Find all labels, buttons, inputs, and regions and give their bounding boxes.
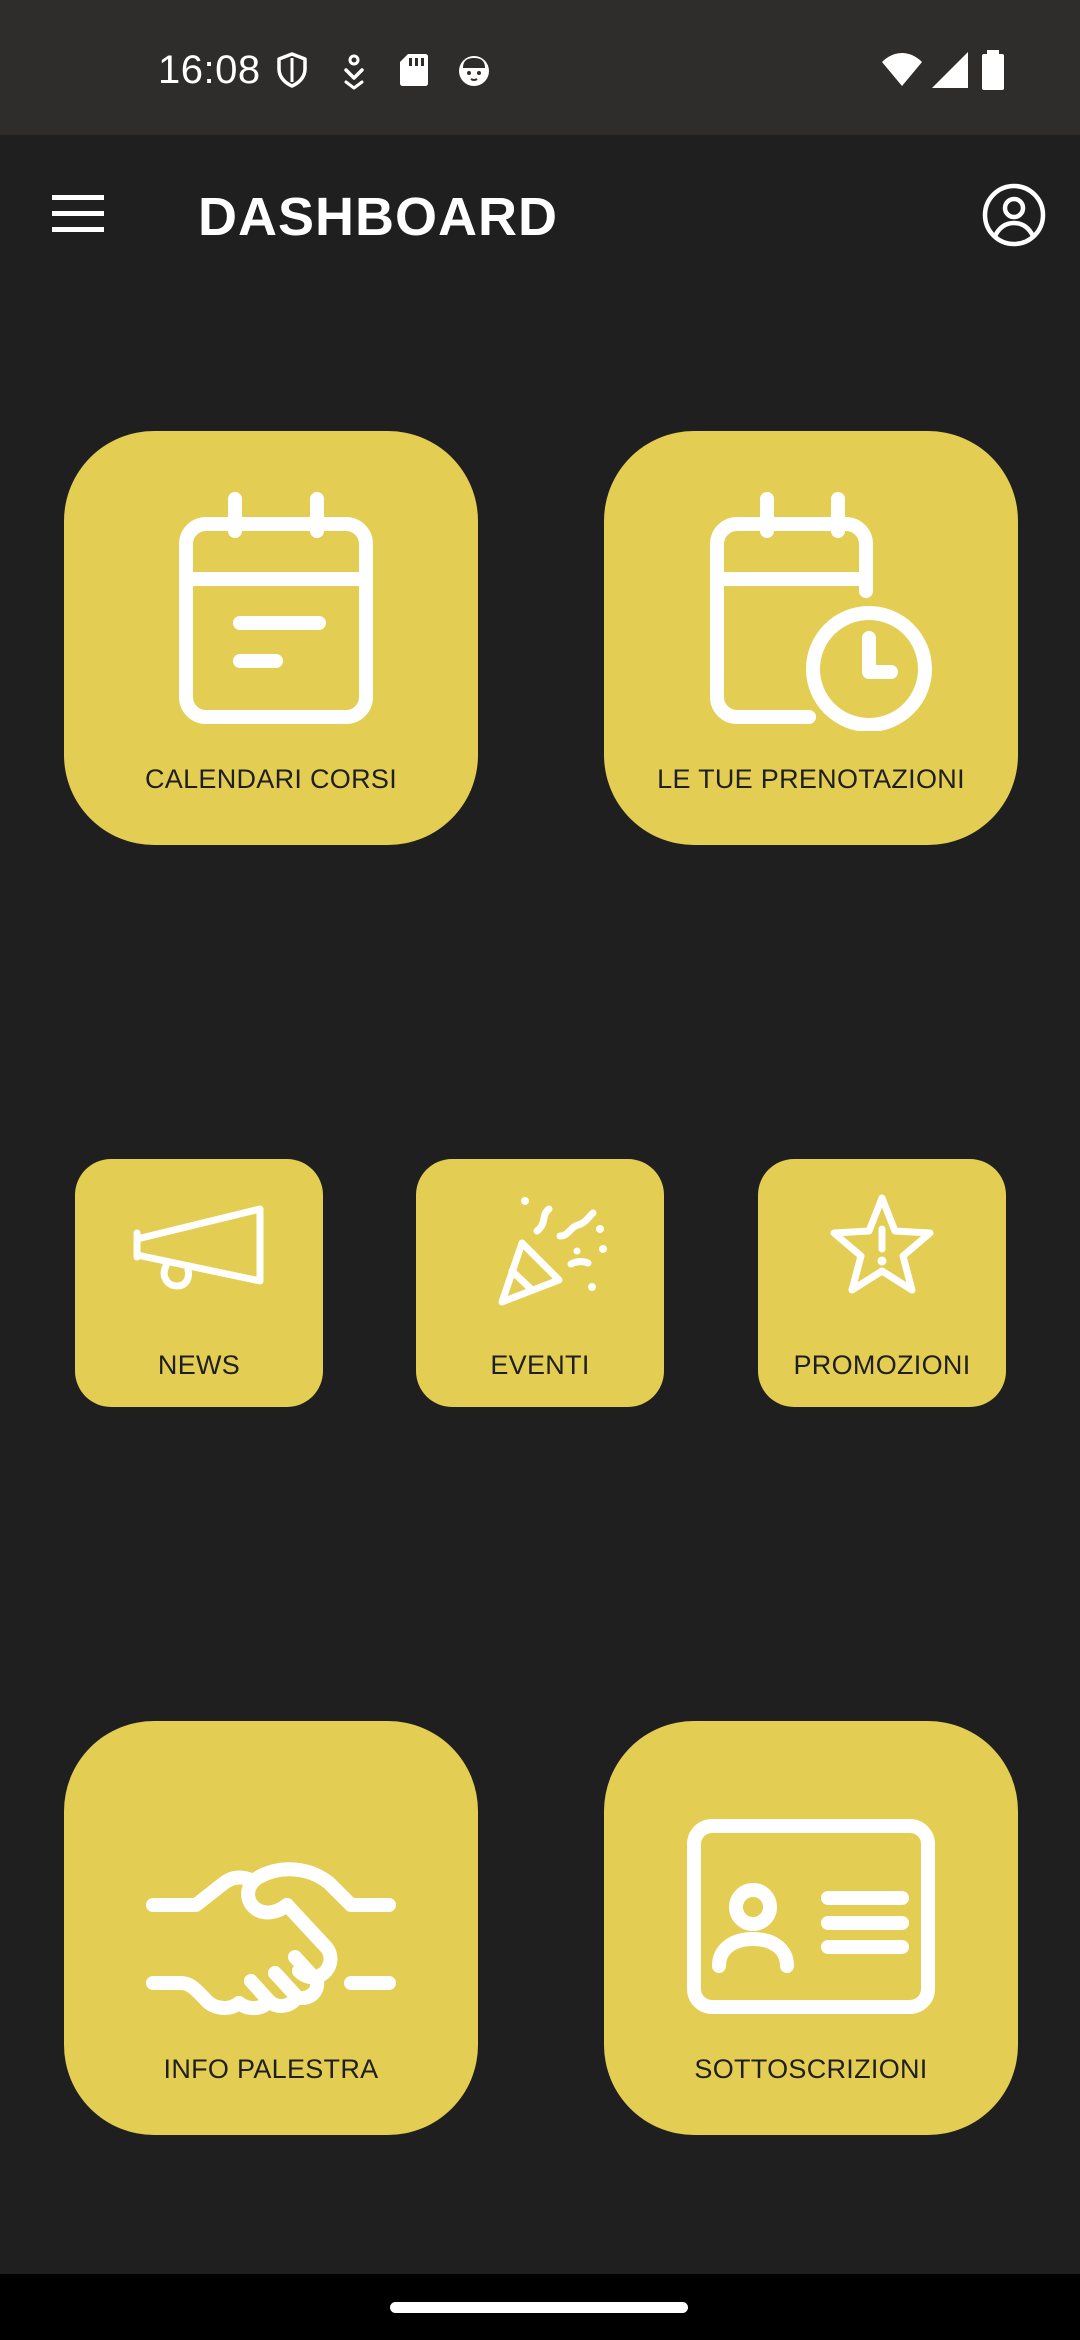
tile-label: EVENTI [490, 1350, 590, 1380]
page-title: DASHBOARD [198, 187, 558, 247]
sottoscrizioni-tile[interactable]: SOTTOSCRIZIONI [604, 1721, 1018, 2135]
hamburger-menu-icon[interactable] [40, 183, 112, 247]
calendar-clock-icon [681, 491, 941, 731]
home-gesture-handle[interactable] [390, 2302, 688, 2313]
info-palestra-tile[interactable]: INFO PALESTRA [64, 1721, 478, 2135]
status-bar: 16:08 [0, 0, 1080, 135]
tile-label: CALENDARI CORSI [144, 764, 398, 794]
download-icon [334, 50, 374, 90]
tile-label: PROMOZIONI [793, 1350, 971, 1380]
signal-icon [928, 48, 972, 92]
star-alert-icon [807, 1191, 957, 1309]
le-tue-prenotazioni-tile[interactable]: LE TUE PRENOTAZIONI [604, 431, 1018, 845]
cat-face-icon [454, 50, 494, 90]
handshake-icon [141, 1781, 401, 2021]
tile-label: SOTTOSCRIZIONI [694, 2054, 928, 2084]
tile-label: INFO PALESTRA [163, 2054, 379, 2084]
dashboard-screen: 16:08 DASHBOARD CALENDARI CORSI LE TUE P… [0, 0, 1080, 2340]
status-time: 16:08 [158, 48, 261, 92]
battery-icon [976, 48, 1010, 92]
shield-icon [272, 50, 312, 90]
promozioni-tile[interactable]: PROMOZIONI [758, 1159, 1006, 1407]
calendar-icon [141, 491, 401, 731]
navigation-bar [0, 2274, 1080, 2340]
tile-label: NEWS [157, 1350, 241, 1380]
app-bar: DASHBOARD [0, 135, 1080, 295]
account-circle-icon[interactable] [978, 179, 1050, 251]
party-popper-icon [465, 1191, 615, 1309]
megaphone-icon [124, 1191, 274, 1309]
news-tile[interactable]: NEWS [75, 1159, 323, 1407]
wifi-icon [880, 48, 924, 92]
eventi-tile[interactable]: EVENTI [416, 1159, 664, 1407]
sd-card-icon [394, 50, 434, 90]
id-card-icon [681, 1781, 941, 2021]
calendari-corsi-tile[interactable]: CALENDARI CORSI [64, 431, 478, 845]
tile-label: LE TUE PRENOTAZIONI [657, 764, 965, 794]
